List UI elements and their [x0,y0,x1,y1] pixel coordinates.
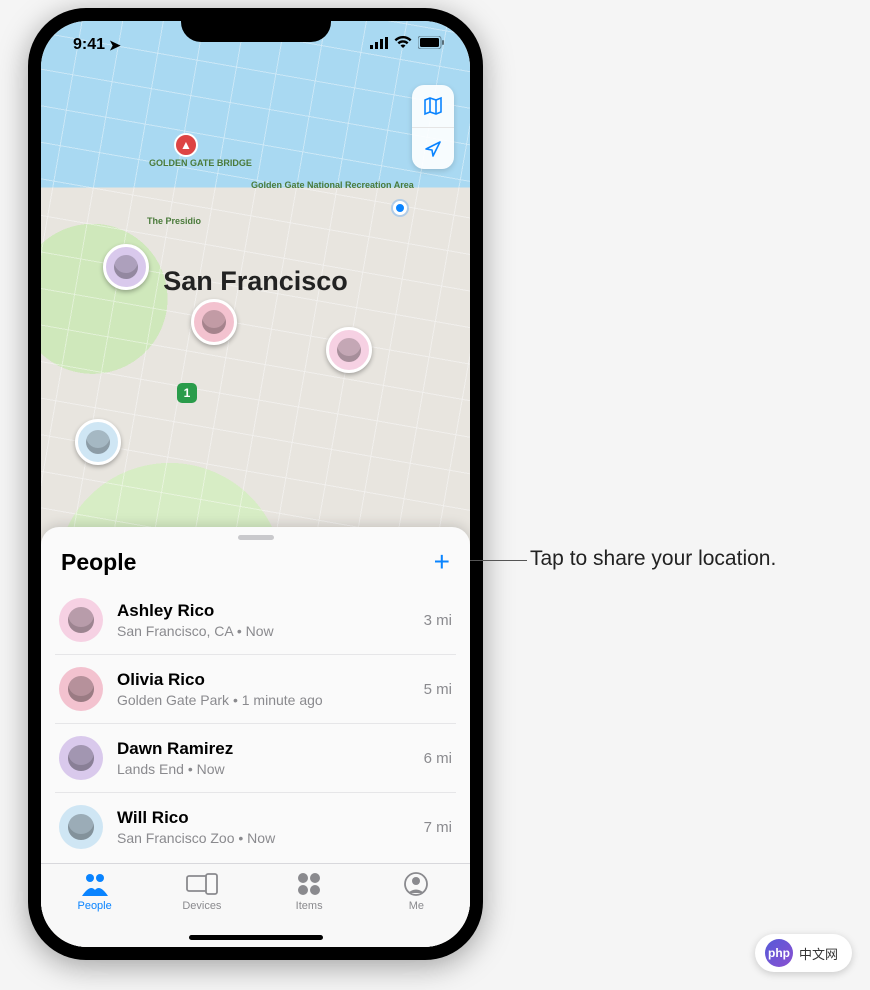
person-location: Lands End • Now [117,761,410,777]
watermark-text: 中文网 [799,944,838,963]
route-shield: 1 [177,383,197,403]
cellular-signal-icon [370,36,388,54]
people-icon [80,870,110,898]
tab-me[interactable]: Me [363,870,470,912]
status-time: 9:41 [73,36,105,54]
sheet-title: People [61,549,136,576]
notch [181,8,331,42]
person-location: San Francisco, CA • Now [117,623,410,639]
avatar [59,805,103,849]
watermark: php 中文网 [755,934,852,972]
tab-label: Me [409,900,424,912]
avatar [59,598,103,642]
list-item[interactable]: Will Rico San Francisco Zoo • Now 7 mi [55,792,456,861]
devices-icon [186,870,218,898]
tab-label: Items [296,900,323,912]
battery-icon [418,36,444,54]
current-location-dot [393,201,407,215]
tab-label: Devices [182,900,221,912]
home-indicator[interactable] [189,935,323,940]
locate-me-button[interactable] [412,127,454,169]
location-services-icon: ➤ [109,37,121,54]
map-mode-button[interactable] [412,85,454,127]
person-distance: 5 mi [424,681,452,698]
share-location-button[interactable]: + [434,548,450,576]
list-item[interactable]: Olivia Rico Golden Gate Park • 1 minute … [55,654,456,723]
screen: 9:41 ➤ [41,21,470,947]
me-icon [404,870,428,898]
avatar-pin[interactable] [191,299,237,345]
tab-label: People [77,900,111,912]
landmark-pin-golden-gate[interactable]: ▲ [174,133,198,157]
person-location: San Francisco Zoo • Now [117,830,410,846]
list-item[interactable]: Dawn Ramirez Lands End • Now 6 mi [55,723,456,792]
avatar-pin[interactable] [326,327,372,373]
items-icon [297,870,321,898]
person-name: Dawn Ramirez [117,739,410,759]
tab-devices[interactable]: Devices [148,870,255,912]
person-name: Olivia Rico [117,670,410,690]
avatar-pin[interactable] [103,244,149,290]
avatar [59,667,103,711]
map-label-golden-gate-bridge: GOLDEN GATE BRIDGE [149,159,252,168]
watermark-badge: php [765,939,793,967]
tab-bar: People Devices Items Me [41,863,470,947]
list-item[interactable]: Ashley Rico San Francisco, CA • Now 3 mi [55,586,456,654]
phone-frame: 9:41 ➤ [28,8,483,960]
person-distance: 6 mi [424,750,452,767]
person-distance: 3 mi [424,612,452,629]
person-distance: 7 mi [424,819,452,836]
person-name: Will Rico [117,808,410,828]
sheet-grabber[interactable] [238,535,274,540]
map-label-ggnra: Golden Gate National Recreation Area [251,181,414,190]
map-controls [412,85,454,169]
person-location: Golden Gate Park • 1 minute ago [117,692,410,708]
avatar-pin[interactable] [75,419,121,465]
avatar [59,736,103,780]
map-label-presidio: The Presidio [147,217,201,226]
tab-items[interactable]: Items [256,870,363,912]
tab-people[interactable]: People [41,870,148,912]
wifi-icon [394,36,412,54]
person-name: Ashley Rico [117,601,410,621]
callout-text: Tap to share your location. [530,547,776,571]
